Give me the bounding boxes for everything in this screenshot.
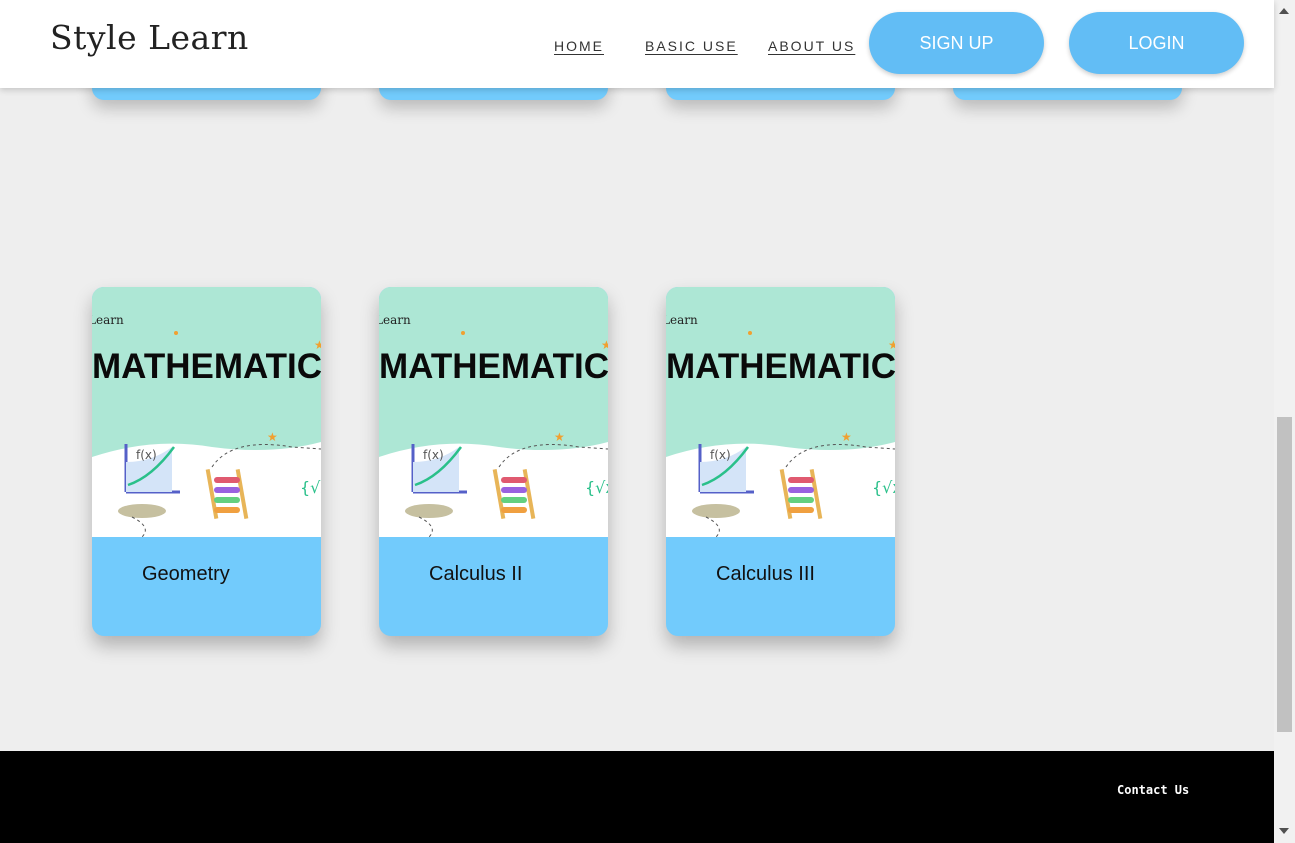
svg-text:{√x: {√x xyxy=(585,478,608,497)
nav-basic-use-link[interactable]: BASIC USE xyxy=(645,38,738,54)
contact-us-link[interactable]: Contact Us xyxy=(1117,783,1189,797)
site-footer: Contact Us xyxy=(0,751,1274,843)
svg-text:★: ★ xyxy=(314,338,321,352)
course-thumbnail: Learn MATHEMATIC ★ ★ f(x) {√x xyxy=(379,287,608,537)
course-card-geometry[interactable]: Learn MATHEMATIC ★ ★ f(x) {√x Geometry xyxy=(92,287,321,636)
course-title: Calculus II xyxy=(429,563,523,585)
svg-text:★: ★ xyxy=(554,430,565,444)
scrollbar-thumb[interactable] xyxy=(1277,417,1292,732)
login-button[interactable]: LOGIN xyxy=(1069,12,1244,74)
svg-text:f(x): f(x) xyxy=(423,448,444,462)
svg-text:{√x: {√x xyxy=(300,478,321,497)
scroll-up-arrow-icon[interactable] xyxy=(1279,8,1289,14)
course-card-calculus-ii[interactable]: Learn MATHEMATIC ★ ★ f(x) {√x Calculus I… xyxy=(379,287,608,636)
course-thumbnail: Learn MATHEMATIC ★ ★ f(x) {√x xyxy=(92,287,321,537)
svg-text:★: ★ xyxy=(601,338,608,352)
svg-text:{√x: {√x xyxy=(872,478,895,497)
math-illustration-icon: ★ ★ f(x) {√x xyxy=(666,331,895,537)
scroll-down-arrow-icon[interactable] xyxy=(1279,828,1289,834)
svg-text:f(x): f(x) xyxy=(710,448,731,462)
sign-up-button[interactable]: SIGN UP xyxy=(869,12,1044,74)
nav-home-link[interactable]: HOME xyxy=(554,38,604,54)
svg-text:f(x): f(x) xyxy=(136,448,157,462)
course-title: Geometry xyxy=(142,563,230,585)
course-thumbnail: Learn MATHEMATIC ★ ★ f(x) {√x xyxy=(666,287,895,537)
site-logo[interactable]: Style Learn xyxy=(50,18,249,57)
math-illustration-icon: ★ ★ f(x) {√x xyxy=(379,331,608,537)
site-header: Style Learn HOME BASIC USE ABOUT US SIGN… xyxy=(0,0,1274,88)
svg-text:★: ★ xyxy=(267,430,278,444)
course-card-calculus-iii[interactable]: Learn MATHEMATIC ★ ★ f(x) {√x Calculus I… xyxy=(666,287,895,636)
svg-text:★: ★ xyxy=(841,430,852,444)
course-title: Calculus III xyxy=(716,563,815,585)
math-illustration-icon: ★ ★ f(x) {√x xyxy=(92,331,321,537)
svg-text:★: ★ xyxy=(888,338,895,352)
nav-about-us-link[interactable]: ABOUT US xyxy=(768,38,855,54)
